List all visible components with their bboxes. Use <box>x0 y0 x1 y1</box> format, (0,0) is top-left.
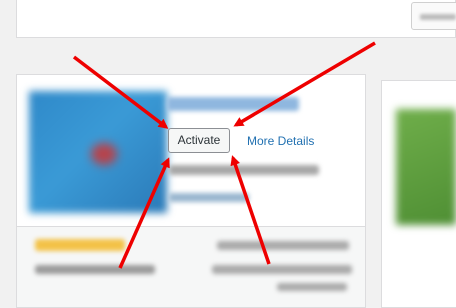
arrow-bottom-right <box>230 155 271 265</box>
annotation-arrows <box>72 41 376 269</box>
arrow-bottom-left <box>118 157 170 269</box>
arrow-top-left <box>72 55 169 129</box>
arrow-top-right <box>233 41 376 127</box>
